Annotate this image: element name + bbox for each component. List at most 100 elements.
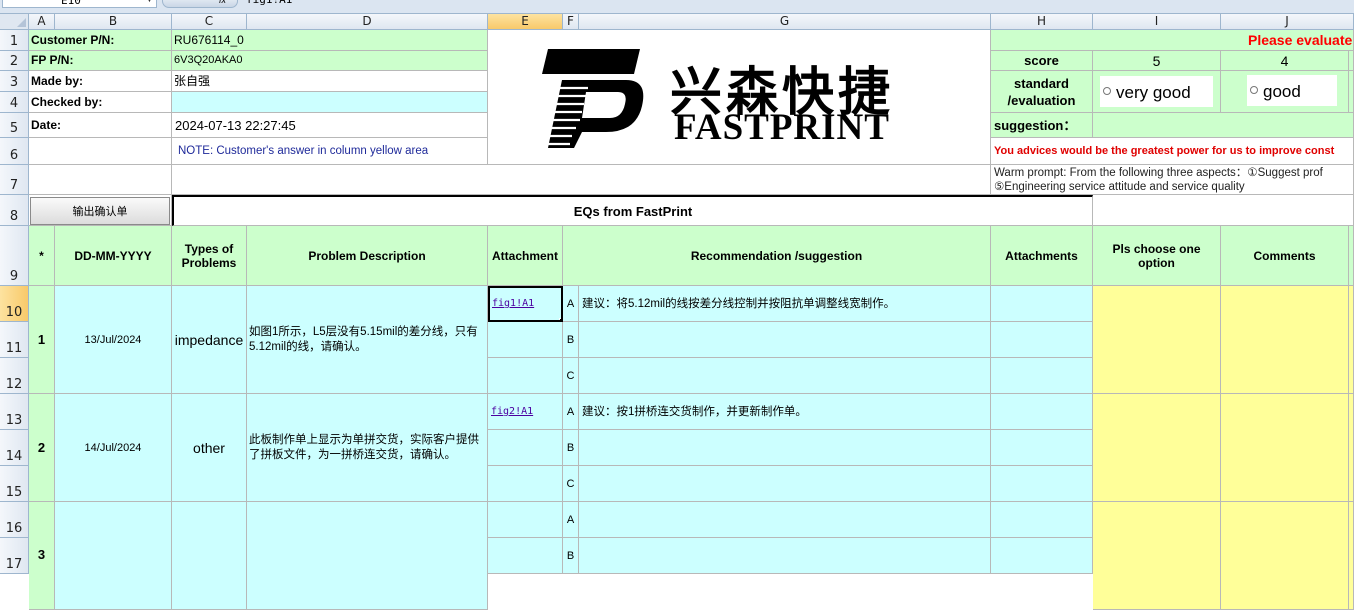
eq3-extra [1349, 502, 1354, 610]
col-header-j[interactable]: J [1221, 14, 1354, 30]
eq2-attachment-cell[interactable]: fig2!A1 [488, 394, 563, 430]
eq1-date[interactable]: 13/Jul/2024 [55, 286, 172, 394]
col-header-i[interactable]: I [1093, 14, 1221, 30]
eq2-attachment-c[interactable] [488, 466, 563, 502]
eq2-attachments-b[interactable] [991, 430, 1093, 466]
eq2-option-c-text[interactable] [579, 466, 991, 502]
eq1-type[interactable]: impedance [172, 286, 247, 394]
eq3-number-text: 3 [37, 547, 46, 562]
row-header-4[interactable]: 4 [0, 92, 29, 113]
very-good-label: very good [1116, 83, 1191, 102]
eq3-attachments-a[interactable] [991, 502, 1093, 538]
fp-pn-value[interactable]: 6V3Q20AKA0 [172, 51, 488, 71]
eq2-extra [1349, 394, 1354, 502]
eq2-attachments-c[interactable] [991, 466, 1093, 502]
eq3-attachment-b[interactable] [488, 538, 563, 574]
eq3-date[interactable] [55, 502, 172, 610]
eq3-option-a-text[interactable] [579, 502, 991, 538]
col-header-h[interactable]: H [991, 14, 1093, 30]
eq3-attachments-b[interactable] [991, 538, 1093, 574]
eq2-option-a-text[interactable]: 建议：按1拼桥连交货制作，并更新制作单。 [579, 394, 991, 430]
eq3-option-b-text[interactable] [579, 538, 991, 574]
row-header-10[interactable]: 10 [0, 286, 29, 322]
formula-input[interactable]: fig1!A1 [246, 0, 1346, 8]
eq1-comments[interactable] [1221, 286, 1349, 394]
chevron-down-icon[interactable]: ▼ [146, 0, 153, 4]
row-header-9[interactable]: 9 [0, 226, 29, 286]
row-header-13[interactable]: 13 [0, 394, 29, 430]
row-header-14[interactable]: 14 [0, 430, 29, 466]
eq3-attachment-cell[interactable] [488, 502, 563, 538]
eq2-choose-option[interactable] [1093, 394, 1221, 502]
eq2-attachment-link[interactable]: fig2!A1 [491, 406, 533, 417]
eq2-attachments-a[interactable] [991, 394, 1093, 430]
row-header-12[interactable]: 12 [0, 358, 29, 394]
name-box[interactable]: E10 [2, 0, 157, 8]
warm-prompt-line-2: ⑤Engineering service attitude and servic… [994, 181, 1245, 193]
col-header-g[interactable]: G [579, 14, 991, 30]
eq2-comments[interactable] [1221, 394, 1349, 502]
checked-by-value[interactable] [172, 92, 488, 113]
score-4: 4 [1221, 51, 1349, 71]
eq1-option-b-text[interactable] [579, 322, 991, 358]
fx-icon[interactable]: fx [162, 0, 238, 8]
eq2-description[interactable]: 此板制作单上显示为单拼交货，实际客户提供了拼板文件，为一拼桥连交货，请确认。 [247, 394, 488, 502]
row-header-5[interactable]: 5 [0, 113, 29, 138]
row-header-7[interactable]: 7 [0, 165, 29, 195]
row-header-17[interactable]: 17 [0, 538, 29, 574]
eq1-option-a-text[interactable]: 建议：将5.12mil的线按差分线控制并按阻抗单调整线宽制作。 [579, 286, 991, 322]
eq2-option-b-text[interactable] [579, 430, 991, 466]
eq2-attachment-b[interactable] [488, 430, 563, 466]
col-header-b[interactable]: B [55, 14, 172, 30]
score-5: 5 [1093, 51, 1221, 71]
eq1-extra [1349, 286, 1354, 394]
col-header-c[interactable]: C [172, 14, 247, 30]
eq1-choose-option[interactable] [1093, 286, 1221, 394]
eq2-date[interactable]: 14/Jul/2024 [55, 394, 172, 502]
col-header-e[interactable]: E [488, 14, 563, 30]
standard-evaluation-label: standard /evaluation [991, 71, 1093, 113]
date-label: Date: [29, 113, 172, 138]
eq1-option-c-text[interactable] [579, 358, 991, 394]
eq1-attachments-a[interactable] [991, 286, 1093, 322]
warm-prompt-line-1: Warm prompt: From the following three as… [994, 167, 1323, 179]
col-header-f[interactable]: F [563, 14, 579, 30]
header-types: Types of Problems [172, 226, 247, 286]
eq1-attachment-link[interactable]: fig1!A1 [492, 298, 534, 309]
col-header-a[interactable]: A [29, 14, 55, 30]
eq1-attachment-cell[interactable]: fig1!A1 [488, 286, 563, 322]
customer-pn-value[interactable]: RU676114_0 [172, 30, 488, 51]
eq3-type[interactable] [172, 502, 247, 610]
logo-english-text: FASTPRINT [674, 107, 890, 148]
row-header-15[interactable]: 15 [0, 466, 29, 502]
suggestion-input[interactable] [1093, 113, 1354, 138]
good-radio[interactable]: good [1247, 75, 1337, 106]
eq1-attachments-c[interactable] [991, 358, 1093, 394]
row-header-1[interactable]: 1 [0, 30, 29, 51]
eq1-option-b-letter: B [563, 322, 579, 358]
row-header-3[interactable]: 3 [0, 71, 29, 92]
row-header-6[interactable]: 6 [0, 138, 29, 165]
very-good-radio[interactable]: very good [1100, 76, 1213, 107]
header-description: Problem Description [247, 226, 488, 286]
row8-right [1093, 195, 1354, 226]
eq1-description[interactable]: 如图1所示，L5层没有5.15mil的差分线，只有5.12mil的线，请确认。 [247, 286, 488, 394]
eq3-option-a-letter: A [563, 502, 579, 538]
eq1-attachment-c[interactable] [488, 358, 563, 394]
eq2-type[interactable]: other [172, 394, 247, 502]
row-header-16[interactable]: 16 [0, 502, 29, 538]
export-confirmation-button[interactable]: 输出确认单 [30, 197, 170, 225]
select-all-corner[interactable] [0, 14, 29, 30]
col-header-d[interactable]: D [247, 14, 488, 30]
made-by-value[interactable]: 张自强 [172, 71, 488, 92]
row-header-11[interactable]: 11 [0, 322, 29, 358]
eq3-choose-option[interactable] [1093, 502, 1221, 610]
customer-note: NOTE: Customer's answer in column yellow… [172, 138, 488, 165]
eq3-comments[interactable] [1221, 502, 1349, 610]
eq1-attachments-b[interactable] [991, 322, 1093, 358]
date-value[interactable]: 2024-07-13 22:27:45 [172, 113, 488, 138]
row-header-2[interactable]: 2 [0, 51, 29, 71]
row-header-8[interactable]: 8 [0, 195, 29, 226]
eq3-description[interactable] [247, 502, 488, 610]
eq1-attachment-b[interactable] [488, 322, 563, 358]
